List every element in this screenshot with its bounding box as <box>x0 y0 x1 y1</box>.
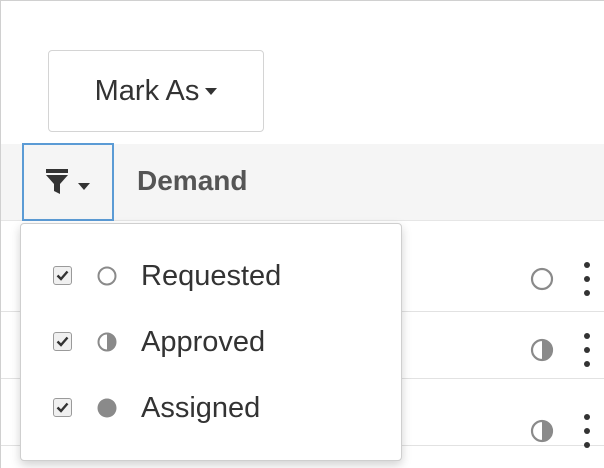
row-menu-icon[interactable] <box>579 262 595 296</box>
checkbox-approved[interactable] <box>53 332 72 351</box>
row-menu-icon[interactable] <box>579 414 595 448</box>
column-title-demand: Demand <box>137 165 248 196</box>
mark-as-button[interactable]: Mark As <box>48 50 264 132</box>
demand-panel: Mark As Demand Requested Approved Assign… <box>0 0 604 468</box>
mark-as-label: Mark As <box>94 74 200 107</box>
filter-item-requested[interactable]: Requested <box>21 248 401 304</box>
caret-down-icon <box>78 182 90 190</box>
filter-icon <box>46 169 68 194</box>
caret-down-icon <box>205 87 218 95</box>
filter-item-label: Assigned <box>141 392 261 424</box>
circle-outline-icon <box>97 266 117 286</box>
filter-item-label: Requested <box>141 260 282 292</box>
row-menu-icon[interactable] <box>579 333 595 367</box>
filter-item-assigned[interactable]: Assigned <box>21 380 401 436</box>
circle-filled-icon <box>97 398 117 418</box>
circle-outline-icon <box>530 267 554 291</box>
circle-half-icon <box>97 332 117 352</box>
checkbox-assigned[interactable] <box>53 398 72 417</box>
circle-half-icon <box>530 419 554 443</box>
circle-half-icon <box>530 338 554 362</box>
checkmark-icon <box>56 402 69 413</box>
filter-dropdown-button[interactable] <box>22 143 114 221</box>
checkmark-icon <box>56 336 69 347</box>
checkmark-icon <box>56 270 69 281</box>
status-filter-menu: Requested Approved Assigned <box>20 223 402 461</box>
checkbox-requested[interactable] <box>53 266 72 285</box>
filter-item-approved[interactable]: Approved <box>21 314 401 370</box>
filter-item-label: Approved <box>141 326 266 358</box>
